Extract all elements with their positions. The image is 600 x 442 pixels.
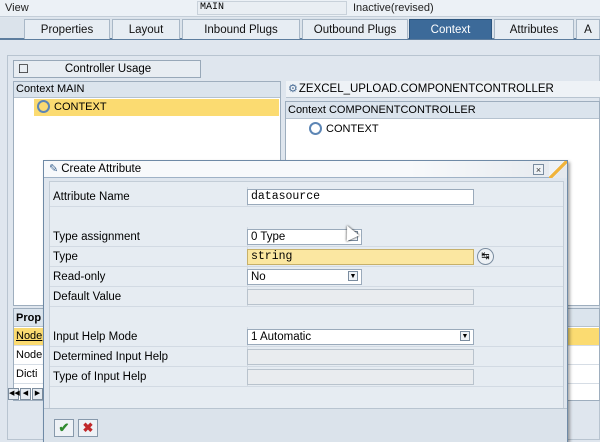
determined-input-help-label: Determined Input Help xyxy=(53,351,169,363)
default-value-row: Default Value xyxy=(50,287,563,307)
component-icon: ⚙ xyxy=(288,83,298,95)
component-controller-title: ⚙ZEXCEL_UPLOAD.COMPONENTCONTROLLER xyxy=(286,81,600,98)
tab-inbound-plugs[interactable]: Inbound Plugs xyxy=(182,19,300,39)
properties-row-label: Node xyxy=(16,330,43,342)
horizontal-scroll-controls: ◀◀ ◀ ▶ xyxy=(8,386,44,400)
tab-context[interactable]: Context xyxy=(409,19,492,39)
tab-layout[interactable]: Layout xyxy=(112,19,180,39)
input-help-mode-row: Input Help Mode 1 Automatic ▼ xyxy=(50,327,563,347)
default-value-input[interactable] xyxy=(247,289,474,305)
cancel-x-icon: ✖ xyxy=(82,420,94,435)
dialog-footer: ✔ ✖ xyxy=(44,408,567,442)
properties-row-label: Node xyxy=(16,349,43,361)
type-label: Type xyxy=(53,251,78,263)
component-controller-name: ZEXCEL_UPLOAD.COMPONENTCONTROLLER xyxy=(298,83,554,95)
tab-overflow[interactable]: A xyxy=(576,19,600,39)
create-icon: ✎ xyxy=(49,163,59,175)
input-help-mode-select[interactable]: 1 Automatic xyxy=(247,329,474,345)
attribute-name-row: Attribute Name datasource xyxy=(50,187,563,207)
view-context-node-label: CONTEXT xyxy=(54,101,107,113)
scroll-right-icon[interactable]: ▶ xyxy=(32,388,43,400)
node-circle-icon xyxy=(309,122,322,135)
properties-row-label: Dicti xyxy=(16,368,38,380)
read-only-label: Read-only xyxy=(53,271,106,283)
create-attribute-dialog: ✎ Create Attribute × Attribute Name datas… xyxy=(43,160,568,442)
attribute-name-label: Attribute Name xyxy=(53,191,130,203)
titlebar-accent xyxy=(549,161,567,178)
attribute-name-input[interactable]: datasource xyxy=(247,189,474,205)
controller-usage-label: Controller Usage xyxy=(64,63,152,75)
value-help-icon[interactable]: ↹ xyxy=(477,248,494,265)
header-bar: View MAIN Inactive(revised) xyxy=(0,0,600,17)
dropdown-icon[interactable]: ▼ xyxy=(460,331,470,341)
attribute-form: Attribute Name datasource Type assignmen… xyxy=(49,181,564,409)
default-value-label: Default Value xyxy=(53,291,122,303)
scroll-first-icon[interactable]: ◀◀ xyxy=(8,388,20,400)
controller-context-root-node[interactable]: CONTEXT xyxy=(306,121,379,138)
dropdown-icon[interactable]: ▼ xyxy=(348,271,358,281)
type-of-input-help-input[interactable] xyxy=(247,369,474,385)
type-assignment-row: Type assignment 0 Type ▼ xyxy=(50,227,563,247)
type-of-input-help-label: Type of Input Help xyxy=(53,371,147,383)
determined-input-help-row: Determined Input Help xyxy=(50,347,563,367)
close-icon[interactable]: × xyxy=(533,164,544,175)
dialog-title: Create Attribute xyxy=(61,163,142,175)
status-text: Inactive(revised) xyxy=(353,2,434,14)
type-row: Type string ↹ xyxy=(50,247,563,267)
node-circle-icon xyxy=(37,100,50,113)
view-name-field: MAIN xyxy=(197,1,347,15)
input-help-mode-label: Input Help Mode xyxy=(53,331,138,343)
type-of-input-help-row: Type of Input Help xyxy=(50,367,563,387)
determined-input-help-input[interactable] xyxy=(247,349,474,365)
dialog-titlebar[interactable]: ✎ Create Attribute × xyxy=(44,161,567,178)
cancel-button[interactable]: ✖ xyxy=(78,419,98,437)
ok-button[interactable]: ✔ xyxy=(54,419,74,437)
controller-context-header: Context COMPONENTCONTROLLER xyxy=(286,102,599,119)
type-assignment-label: Type assignment xyxy=(53,231,140,243)
view-context-header: Context MAIN xyxy=(14,82,280,98)
tab-bar: Properties Layout Inbound Plugs Outbound… xyxy=(0,18,600,40)
tab-outbound-plugs[interactable]: Outbound Plugs xyxy=(302,19,408,39)
tab-properties[interactable]: Properties xyxy=(24,19,110,39)
view-context-root-node[interactable]: CONTEXT xyxy=(34,99,279,116)
controller-context-node-label: CONTEXT xyxy=(326,123,379,135)
scroll-left-icon[interactable]: ◀ xyxy=(20,388,31,400)
controller-usage-button[interactable]: ☐ Controller Usage xyxy=(13,60,201,78)
type-input[interactable]: string xyxy=(247,249,474,265)
view-label: View xyxy=(5,2,29,14)
read-only-select[interactable]: No xyxy=(247,269,362,285)
check-icon: ✔ xyxy=(58,420,70,435)
read-only-row: Read-only No ▼ xyxy=(50,267,563,287)
tab-attributes[interactable]: Attributes xyxy=(494,19,574,39)
